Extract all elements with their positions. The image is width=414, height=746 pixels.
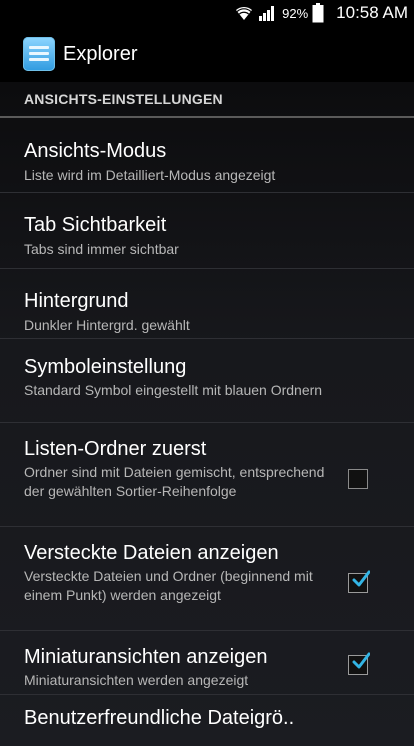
battery-percent: 92%: [282, 5, 309, 21]
listen-ordner-checkbox[interactable]: [348, 469, 368, 489]
pref-summary: Tabs sind immer sichtbar: [24, 241, 179, 257]
versteckte-dateien-checkbox[interactable]: [348, 570, 370, 593]
pref-versteckte-dateien[interactable]: Versteckte Dateien anzeigen Versteckte D…: [0, 527, 414, 631]
pref-miniaturansichten[interactable]: Miniaturansichten anzeigen Miniaturansic…: [0, 631, 414, 695]
battery-icon: [312, 3, 324, 23]
check-icon: [352, 652, 370, 669]
pref-title: Versteckte Dateien anzeigen: [24, 542, 279, 564]
pref-hintergrund[interactable]: Hintergrund Dunkler Hintergrd. gewählt: [0, 269, 414, 339]
pref-title: Ansichts-Modus: [24, 140, 167, 162]
pref-title: Hintergrund: [24, 290, 129, 312]
pref-summary: Ordner sind mit Dateien gemischt, entspr…: [24, 464, 325, 499]
explorer-app-icon[interactable]: [23, 37, 55, 71]
status-icons: 92% 10:58 AM: [234, 0, 408, 26]
status-bar: 92% 10:58 AM: [0, 0, 414, 26]
pref-title: Listen-Ordner zuerst: [24, 438, 207, 460]
pref-title: Benutzerfreundliche Dateigrö..: [24, 707, 295, 729]
pref-symboleinstellung[interactable]: Symboleinstellung Standard Symbol einges…: [0, 339, 414, 423]
pref-ansichts-modus[interactable]: Ansichts-Modus Liste wird im Detailliert…: [0, 118, 414, 193]
pref-listen-ordner-zuerst[interactable]: Listen-Ordner zuerst Ordner sind mit Dat…: [0, 423, 414, 527]
check-icon: [352, 570, 370, 587]
pref-summary: Standard Symbol eingestellt mit blauen O…: [24, 382, 323, 398]
signal-icon: [259, 6, 275, 21]
miniaturansichten-checkbox[interactable]: [348, 652, 370, 675]
action-bar: Explorer: [0, 26, 414, 82]
section-header: ANSICHTS-EINSTELLUNGEN: [0, 82, 414, 118]
pref-title: Tab Sichtbarkeit: [24, 214, 167, 236]
pref-dateigroesse[interactable]: Benutzerfreundliche Dateigrö..: [0, 695, 414, 746]
pref-title: Miniaturansichten anzeigen: [24, 646, 268, 668]
pref-title: Symboleinstellung: [24, 356, 187, 378]
clock: 10:58 AM: [336, 3, 408, 22]
pref-summary: Liste wird im Detailliert-Modus angezeig…: [24, 167, 276, 183]
pref-summary: Dunkler Hintergrd. gewählt: [24, 317, 190, 333]
pref-tab-sichtbarkeit[interactable]: Tab Sichtbarkeit Tabs sind immer sichtba…: [0, 193, 414, 269]
app-title: Explorer: [63, 42, 138, 65]
pref-summary: Miniaturansichten werden angezeigt: [24, 672, 249, 688]
settings-list[interactable]: ANSICHTS-EINSTELLUNGEN Ansichts-Modus Li…: [0, 82, 414, 746]
wifi-icon: [236, 6, 253, 20]
pref-summary: Versteckte Dateien und Ordner (beginnend…: [24, 568, 313, 603]
